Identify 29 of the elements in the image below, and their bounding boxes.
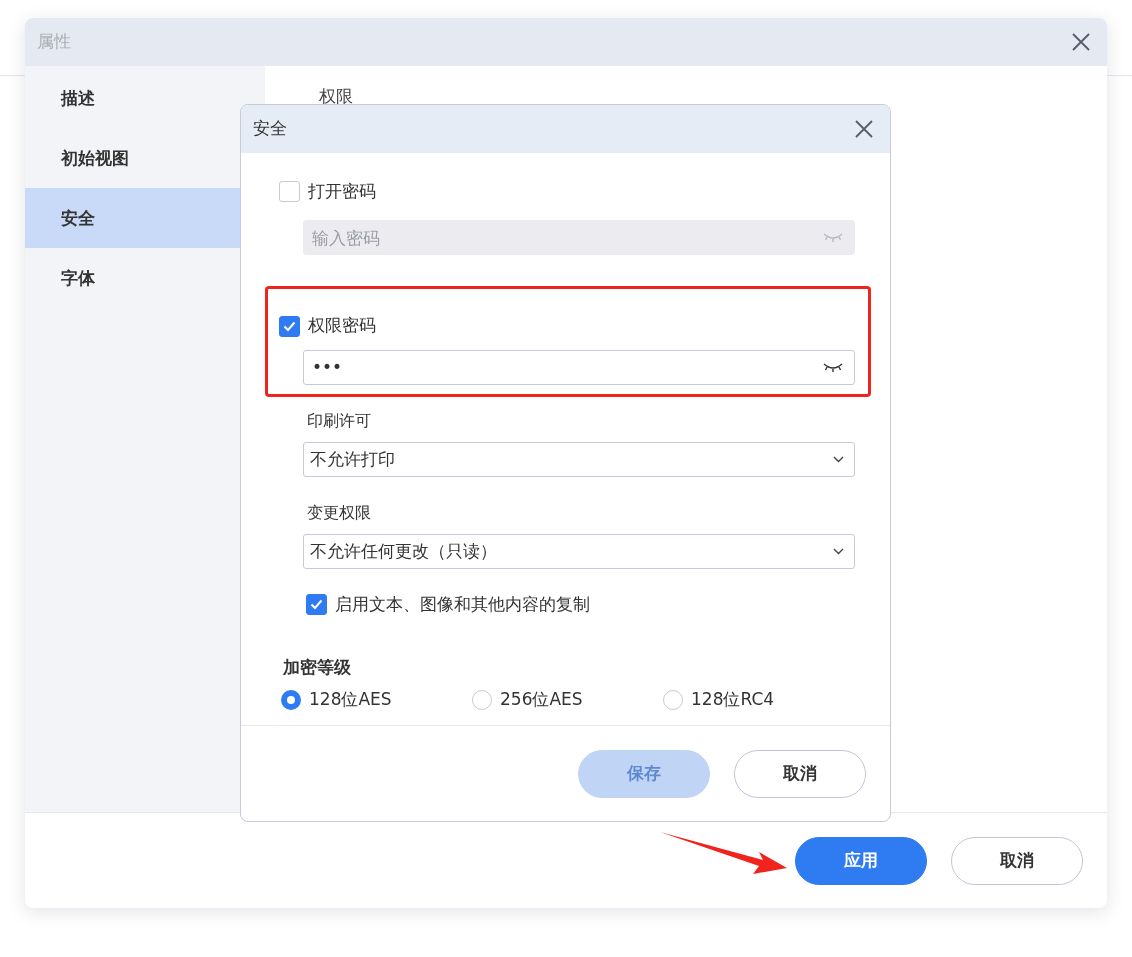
checkbox-label: 权限密码 — [308, 314, 376, 338]
dropdown[interactable]: 不允许打印 — [303, 441, 855, 477]
radio-button[interactable] — [472, 689, 492, 710]
cancel-button[interactable]: 取消 — [951, 836, 1083, 885]
radio-label: 256位AES — [500, 687, 583, 711]
check-icon — [310, 599, 323, 610]
chevron-icon — [833, 547, 844, 555]
window-title: 属性 — [37, 30, 71, 54]
field-label: 印刷许可 — [307, 409, 372, 432]
eye-icon[interactable] — [823, 360, 843, 373]
checkbox-label: 启用文本、图像和其他内容的复制 — [335, 592, 590, 616]
checkbox[interactable] — [279, 315, 300, 337]
dropdown[interactable]: 不允许任何更改（只读） — [303, 533, 855, 569]
dialog-title: 安全 — [253, 117, 287, 141]
field-label: 变更权限 — [307, 501, 372, 524]
checkbox[interactable] — [306, 594, 327, 615]
check-icon — [283, 320, 296, 332]
section-heading: 加密等级 — [283, 656, 352, 680]
cancel-button[interactable]: 取消 — [734, 749, 866, 798]
radio-button[interactable] — [663, 689, 683, 710]
checkbox[interactable] — [279, 181, 300, 203]
primary-button[interactable]: 应用 — [795, 836, 927, 885]
password-field[interactable]: ••• — [303, 349, 855, 385]
chevron-icon — [833, 455, 844, 463]
radio-label: 128位RC4 — [691, 687, 775, 711]
section-heading: 权限 — [319, 85, 354, 108]
radio-label: 128位AES — [309, 687, 392, 711]
checkbox-label: 打开密码 — [308, 180, 376, 203]
radio-button[interactable] — [281, 689, 301, 710]
